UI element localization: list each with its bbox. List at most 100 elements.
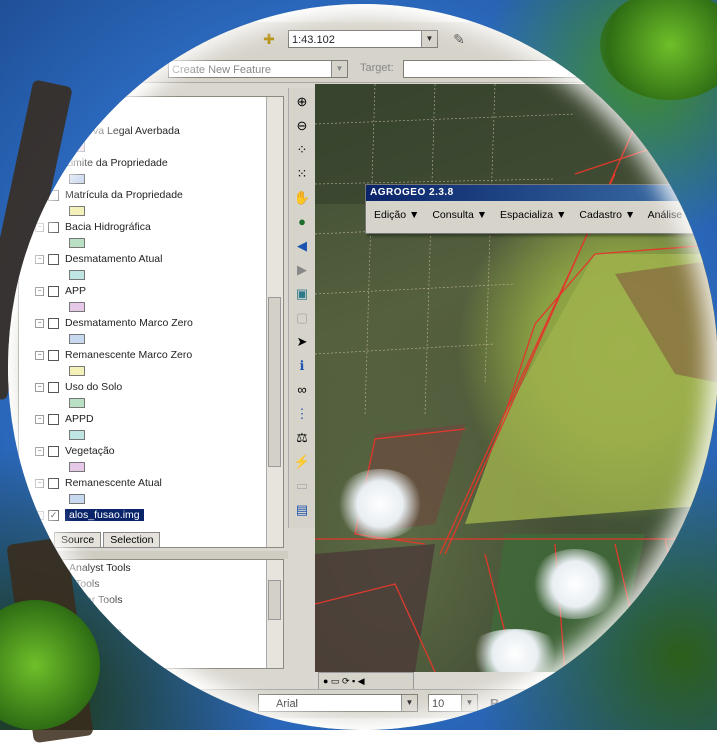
layer-symbol-swatch[interactable] bbox=[69, 494, 85, 504]
menu-edicao[interactable]: Edição ▼ bbox=[374, 209, 419, 221]
fixed-zoom-in-icon[interactable]: ⁘ bbox=[291, 140, 313, 160]
toc-layer-row[interactable]: − Reserva Legal Averbada bbox=[35, 125, 180, 141]
menu-analise[interactable]: Análise ▼ bbox=[648, 209, 696, 221]
toc-layer-row[interactable]: − ✓ alos_fusao.img bbox=[35, 509, 144, 525]
map-view[interactable] bbox=[315, 84, 717, 672]
layer-symbol-swatch[interactable] bbox=[69, 462, 85, 472]
toolbox-item[interactable]: Tools bbox=[75, 610, 100, 622]
bold-button[interactable]: B bbox=[490, 696, 499, 711]
toc-layer-row[interactable]: − Remanescente Atual bbox=[35, 477, 162, 493]
zoom-in-icon[interactable]: ⊕ bbox=[291, 92, 313, 112]
layer-visibility-checkbox[interactable] bbox=[48, 445, 59, 457]
map-scale-combo[interactable]: 1:43.102 ▼ bbox=[288, 30, 438, 48]
layer-symbol-swatch[interactable] bbox=[69, 302, 85, 312]
toc-layer-row[interactable]: − Bacia Hidrográfica bbox=[35, 221, 151, 237]
toolbox-item[interactable]: Utility Tools bbox=[69, 626, 122, 638]
layer-visibility-checkbox[interactable] bbox=[48, 253, 59, 265]
layer-label: Reserva Legal Averbada bbox=[65, 125, 180, 137]
layer-visibility-checkbox[interactable]: ✓ bbox=[48, 509, 59, 521]
layer-visibility-checkbox[interactable] bbox=[48, 381, 59, 393]
pan-hand-icon[interactable]: ✋ bbox=[291, 188, 313, 208]
expand-icon[interactable]: − bbox=[35, 382, 44, 392]
expand-icon[interactable]: − bbox=[35, 414, 44, 424]
html-popup-icon[interactable]: ▭ bbox=[291, 476, 313, 496]
menu-espacializa[interactable]: Espacializa ▼ bbox=[500, 209, 566, 221]
font-size-combo[interactable]: 10 ▼ bbox=[428, 694, 478, 712]
hyperlink-bolt-icon[interactable]: ⚡ bbox=[291, 452, 313, 472]
toc-layer-row[interactable]: − Matrícula da Propriedade bbox=[35, 189, 183, 205]
select-element-pointer-icon[interactable]: ➤ bbox=[291, 332, 313, 352]
toolbox-scrollbar[interactable] bbox=[266, 560, 283, 668]
go-to-xy-icon[interactable]: ⋮ bbox=[291, 404, 313, 424]
layer-visibility-checkbox[interactable] bbox=[48, 285, 59, 297]
expand-icon[interactable]: − bbox=[35, 126, 44, 136]
layer-visibility-checkbox[interactable] bbox=[48, 189, 59, 201]
tab-source[interactable]: Source bbox=[54, 532, 102, 548]
toc-layer-row[interactable]: − APP bbox=[35, 285, 86, 301]
layer-symbol-swatch[interactable] bbox=[69, 398, 85, 408]
toolbox-item[interactable]: Layer Tools bbox=[69, 594, 123, 606]
layer-visibility-checkbox[interactable] bbox=[48, 349, 59, 361]
tools-toolbar: ⊕ ⊖ ⁘ ⁙ ✋ ● ◀ ▶ ▣ ▢ ➤ ℹ ∞ ⋮ ⚖ ⚡ ▭ ▤ bbox=[288, 88, 316, 528]
satellite-imagery bbox=[315, 84, 717, 672]
fixed-zoom-out-icon[interactable]: ⁙ bbox=[291, 164, 313, 184]
layer-symbol-swatch[interactable] bbox=[69, 174, 85, 184]
toolbox-item[interactable]: Analyst Tools bbox=[69, 562, 131, 574]
expand-icon[interactable]: − bbox=[35, 318, 44, 328]
forward-arrow-icon[interactable]: ▶ bbox=[291, 260, 313, 280]
layer-visibility-checkbox[interactable] bbox=[48, 477, 59, 489]
layer-visibility-checkbox[interactable] bbox=[48, 221, 59, 233]
layer-visibility-checkbox[interactable] bbox=[48, 317, 59, 329]
chevron-down-icon[interactable]: ▼ bbox=[331, 61, 347, 77]
editor-icon[interactable]: ✎ bbox=[448, 28, 470, 50]
layer-symbol-swatch[interactable] bbox=[69, 206, 85, 216]
expand-icon[interactable]: − bbox=[35, 222, 44, 232]
layer-symbol-swatch[interactable] bbox=[69, 142, 85, 152]
clear-selection-icon[interactable]: ▢ bbox=[291, 308, 313, 328]
add-data-icon[interactable]: ✚ bbox=[258, 28, 280, 50]
toc-layer-row[interactable]: − Desmatamento Atual bbox=[35, 253, 162, 269]
toc-layer-row[interactable]: − Remanescente Marco Zero bbox=[35, 349, 192, 365]
toc-layer-row[interactable]: − Desmatamento Marco Zero bbox=[35, 317, 193, 333]
chevron-down-icon[interactable]: ▼ bbox=[421, 31, 437, 47]
layer-visibility-checkbox[interactable] bbox=[48, 125, 59, 137]
expand-icon[interactable]: − bbox=[35, 350, 44, 360]
font-combo[interactable]: Arial ▼ bbox=[258, 694, 418, 712]
full-extent-globe-icon[interactable]: ● bbox=[291, 212, 313, 232]
layout-view-buttons[interactable]: ● ▭ ⟳ ▪ ◀ bbox=[318, 672, 414, 690]
find-binoculars-icon[interactable]: ∞ bbox=[291, 380, 313, 400]
expand-icon[interactable]: − bbox=[35, 446, 44, 456]
expand-icon[interactable]: − bbox=[35, 158, 44, 168]
tab-selection[interactable]: Selection bbox=[103, 532, 161, 548]
zoom-out-icon[interactable]: ⊖ bbox=[291, 116, 313, 136]
identify-info-icon[interactable]: ℹ bbox=[291, 356, 313, 376]
chevron-down-icon[interactable]: ▼ bbox=[461, 695, 477, 711]
expand-icon[interactable]: − bbox=[35, 478, 44, 488]
layer-visibility-checkbox[interactable] bbox=[48, 157, 59, 169]
toc-layer-row[interactable]: − Vegetação bbox=[35, 445, 115, 461]
layer-symbol-swatch[interactable] bbox=[69, 366, 85, 376]
layer-symbol-swatch[interactable] bbox=[69, 270, 85, 280]
toc-layer-row[interactable]: − Limite da Propriedade bbox=[35, 157, 168, 173]
chevron-down-icon[interactable]: ▼ bbox=[401, 695, 417, 711]
expand-icon[interactable]: − bbox=[35, 510, 44, 520]
measure-icon[interactable]: ⚖ bbox=[291, 428, 313, 448]
toc-layer-row[interactable]: − Uso do Solo bbox=[35, 381, 122, 397]
select-features-icon[interactable]: ▣ bbox=[291, 284, 313, 304]
toc-layer-row[interactable]: − APPD bbox=[35, 413, 94, 429]
expand-icon[interactable]: − bbox=[35, 286, 44, 296]
expand-icon[interactable]: − bbox=[35, 190, 44, 200]
layer-symbol-swatch[interactable] bbox=[69, 334, 85, 344]
toolbox-item[interactable]: Tools bbox=[75, 578, 100, 590]
layer-symbol-swatch[interactable] bbox=[69, 238, 85, 248]
menu-consulta[interactable]: Consulta ▼ bbox=[432, 209, 487, 221]
create-viewer-icon[interactable]: ▤ bbox=[291, 500, 313, 520]
target-combo[interactable] bbox=[403, 60, 703, 78]
layer-symbol-swatch[interactable] bbox=[69, 430, 85, 440]
menu-cadastro[interactable]: Cadastro ▼ bbox=[579, 209, 635, 221]
layer-visibility-checkbox[interactable] bbox=[48, 413, 59, 425]
toc-scrollbar[interactable] bbox=[266, 97, 283, 547]
expand-icon[interactable]: − bbox=[35, 254, 44, 264]
back-arrow-icon[interactable]: ◀ bbox=[291, 236, 313, 256]
task-combo[interactable]: Create New Feature ▼ bbox=[168, 60, 348, 78]
